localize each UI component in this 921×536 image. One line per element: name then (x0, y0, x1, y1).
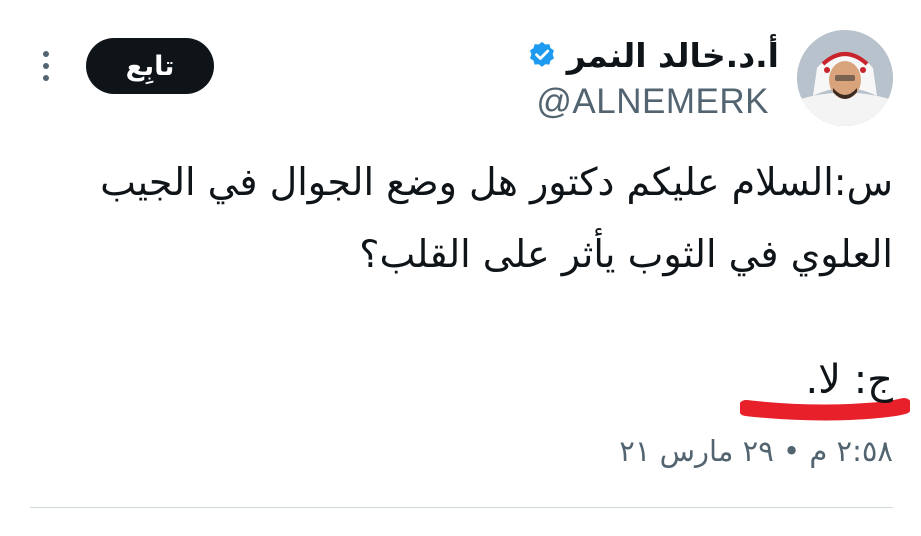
tweet-answer: ج: لا. (805, 357, 893, 403)
display-name[interactable]: أ.د.خالد النمر (567, 39, 779, 72)
tweet-card: أ.د.خالد النمر @ALNEMERK تابِع س:السلام … (0, 0, 921, 536)
divider (30, 507, 893, 508)
avatar[interactable] (797, 30, 893, 126)
tweet-timestamp[interactable]: ٢:٥٨ م • ٢٩ مارس ٢١ (619, 434, 893, 468)
tweet-text: س:السلام عليكم دكتور هل وضع الجوال في ال… (13, 146, 893, 290)
tweet-text-line: العلوي في الثوب يأثر على القلب؟ (359, 232, 893, 276)
tweet-text-line: س:السلام عليكم دكتور هل وضع الجوال في ال… (100, 160, 893, 204)
author-handle[interactable]: @ALNEMERK (536, 82, 769, 122)
verified-badge-icon (529, 41, 554, 67)
author-name-row: أ.د.خالد النمر (527, 30, 779, 80)
more-vertical-icon[interactable] (36, 48, 56, 84)
follow-button[interactable]: تابِع (86, 38, 214, 94)
avatar-image (797, 30, 893, 126)
